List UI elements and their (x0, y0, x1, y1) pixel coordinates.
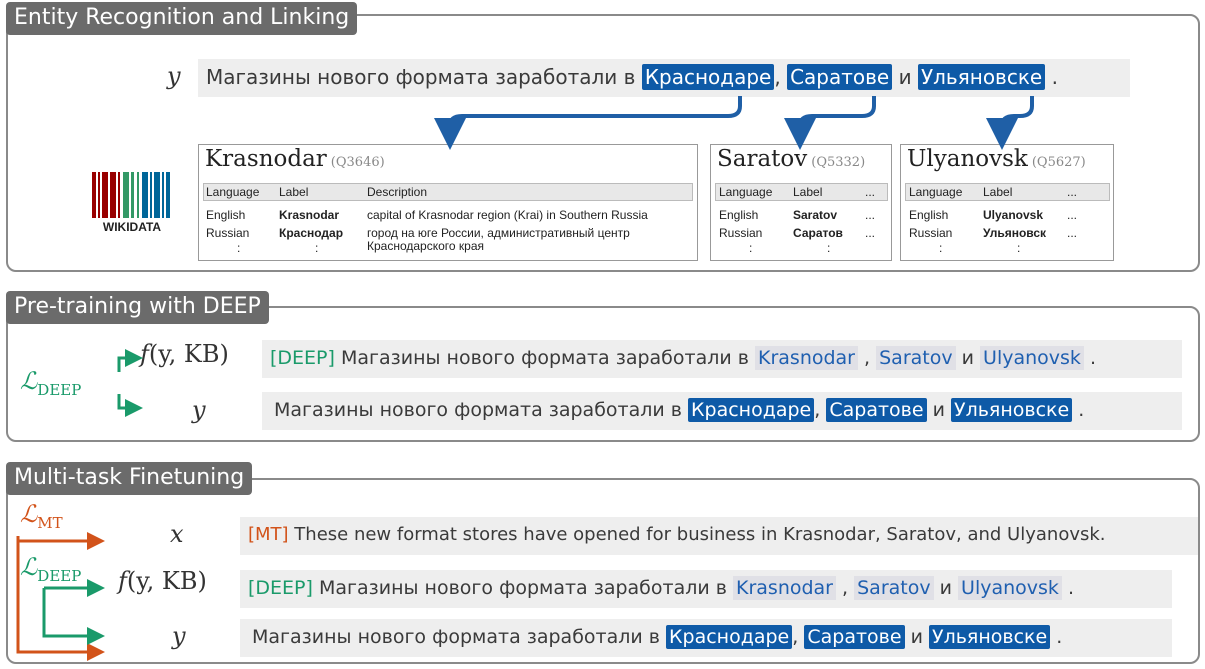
deep-bracket-arrow-top (117, 349, 143, 372)
deep-ft-arrow-y (42, 588, 105, 645)
link-arrow-saratov (784, 96, 876, 150)
deep-bracket-arrow-bottom (117, 394, 143, 417)
mt-bracket-arrow-x (16, 532, 105, 550)
link-arrow-krasnodar (434, 96, 742, 150)
arrows-overlay (16, 96, 1034, 661)
link-arrow-ulyanovsk (986, 96, 1034, 150)
